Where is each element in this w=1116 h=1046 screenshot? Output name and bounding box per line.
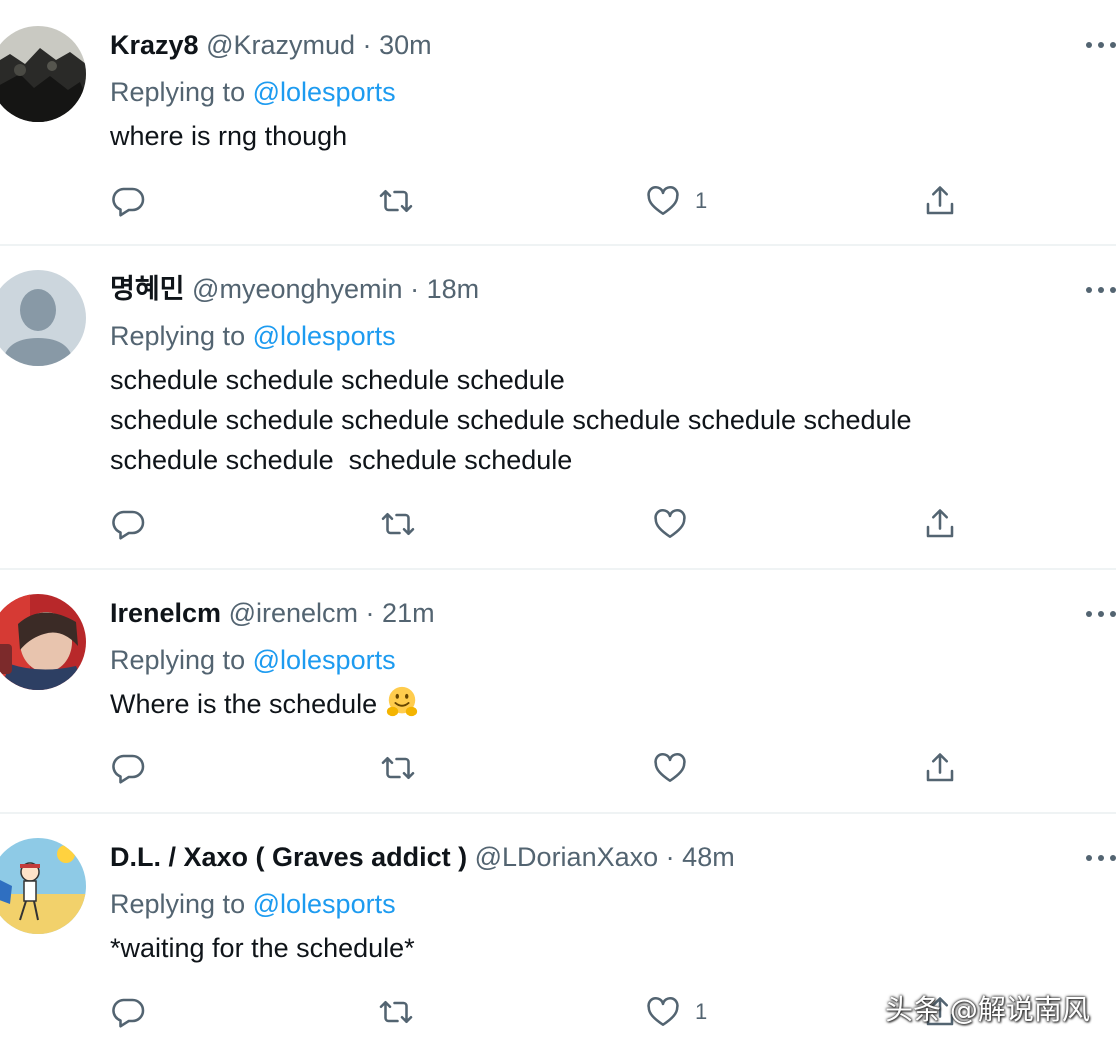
like-button[interactable] bbox=[652, 504, 688, 544]
replying-to-label: Replying to bbox=[110, 321, 246, 351]
replying-to: Replying to @lolesports bbox=[110, 888, 396, 920]
avatar[interactable] bbox=[0, 270, 86, 366]
replying-to-label: Replying to bbox=[110, 645, 246, 675]
like-icon bbox=[647, 185, 679, 216]
retweet-button[interactable] bbox=[380, 748, 416, 788]
display-name[interactable]: Krazy8 bbox=[110, 30, 199, 60]
user-handle[interactable]: @Krazymud bbox=[206, 30, 355, 60]
reply-icon bbox=[112, 187, 145, 217]
separator-dot: · bbox=[665, 842, 675, 872]
reply-button[interactable] bbox=[110, 504, 146, 544]
tweet-header: Krazy8 @Krazymud · 30m bbox=[110, 29, 432, 61]
retweet-icon bbox=[379, 1000, 413, 1024]
reply-icon bbox=[112, 754, 145, 784]
reply-button[interactable] bbox=[110, 181, 146, 221]
tweet[interactable]: 명혜민 @myeonghyemin · 18m Replying to @lol… bbox=[0, 246, 1116, 570]
default-person-avatar bbox=[0, 270, 86, 366]
user-handle[interactable]: @irenelcm bbox=[229, 598, 358, 628]
avatar[interactable] bbox=[0, 594, 86, 690]
tweet[interactable]: Irenelcm @irenelcm · 21m Replying to @lo… bbox=[0, 570, 1116, 814]
display-name[interactable]: 명혜민 bbox=[110, 274, 185, 305]
action-bar bbox=[0, 504, 1116, 544]
action-bar: 1 bbox=[0, 181, 1116, 221]
share-icon bbox=[926, 753, 954, 782]
replying-to-label: Replying to bbox=[110, 77, 246, 107]
retweet-button[interactable] bbox=[378, 181, 414, 221]
like-count: 1 bbox=[695, 999, 708, 1024]
photo-avatar-red bbox=[0, 594, 86, 690]
tweet-text: schedule schedule schedule schedule sche… bbox=[110, 365, 912, 475]
retweet-icon bbox=[381, 756, 415, 780]
timestamp[interactable]: 48m bbox=[682, 842, 735, 872]
replying-to: Replying to @lolesports bbox=[110, 76, 396, 108]
watermark: 头条 @解说南风 bbox=[885, 993, 1090, 1026]
replying-to: Replying to @lolesports bbox=[110, 320, 396, 352]
tweet-text: Where is the schedule bbox=[110, 684, 419, 724]
user-handle[interactable]: @myeonghyemin bbox=[192, 274, 403, 304]
reply-button[interactable] bbox=[110, 748, 146, 788]
more-icon[interactable] bbox=[1086, 40, 1116, 50]
tweet-text: where is rng though bbox=[110, 121, 348, 151]
separator-dot: · bbox=[362, 30, 372, 60]
like-button[interactable] bbox=[652, 748, 688, 788]
mention-link[interactable]: @lolesports bbox=[253, 645, 396, 675]
action-bar bbox=[0, 748, 1116, 788]
mention-link[interactable]: @lolesports bbox=[253, 889, 396, 919]
hugging-face-emoji bbox=[387, 686, 418, 717]
share-button[interactable] bbox=[922, 504, 958, 544]
mention-link[interactable]: @lolesports bbox=[253, 77, 396, 107]
timestamp[interactable]: 21m bbox=[382, 598, 435, 628]
reply-button[interactable] bbox=[110, 992, 146, 1032]
tweet-header: Irenelcm @irenelcm · 21m bbox=[110, 597, 435, 629]
timestamp[interactable]: 30m bbox=[379, 30, 432, 60]
timestamp[interactable]: 18m bbox=[427, 274, 480, 304]
avatar[interactable] bbox=[0, 838, 86, 934]
share-icon bbox=[926, 509, 954, 538]
like-count: 1 bbox=[695, 188, 708, 213]
mention-link[interactable]: @lolesports bbox=[253, 321, 396, 351]
user-handle[interactable]: @LDorianXaxo bbox=[475, 842, 659, 872]
reply-icon bbox=[112, 510, 145, 540]
tweet-text: *waiting for the schedule* bbox=[110, 933, 415, 963]
tweet-header: 명혜민 @myeonghyemin · 18m bbox=[110, 273, 479, 306]
tweet[interactable]: Krazy8 @Krazymud · 30m Replying to @lole… bbox=[0, 0, 1116, 246]
reply-icon bbox=[112, 998, 145, 1028]
share-button[interactable] bbox=[922, 748, 958, 788]
dark-photo-avatar bbox=[0, 26, 86, 122]
more-icon[interactable] bbox=[1086, 285, 1116, 295]
like-icon bbox=[647, 996, 679, 1027]
display-name[interactable]: Irenelcm bbox=[110, 598, 221, 628]
like-button[interactable]: 1 bbox=[645, 181, 707, 221]
avatar[interactable] bbox=[0, 26, 86, 122]
retweet-icon bbox=[381, 512, 415, 536]
separator-dot: · bbox=[410, 274, 420, 304]
separator-dot: · bbox=[365, 598, 375, 628]
tweet-text-content: Where is the schedule bbox=[110, 689, 378, 719]
share-icon bbox=[926, 186, 954, 215]
retweet-icon bbox=[379, 189, 413, 213]
share-button[interactable] bbox=[922, 181, 958, 221]
like-icon bbox=[654, 752, 686, 783]
like-icon bbox=[654, 508, 686, 539]
retweet-button[interactable] bbox=[378, 992, 414, 1032]
retweet-button[interactable] bbox=[380, 504, 416, 544]
more-icon[interactable] bbox=[1086, 853, 1116, 863]
cartoon-beach-avatar bbox=[0, 838, 86, 934]
like-button[interactable]: 1 bbox=[645, 992, 707, 1032]
more-icon[interactable] bbox=[1086, 609, 1116, 619]
tweet-header: D.L. / Xaxo ( Graves addict ) @LDorianXa… bbox=[110, 841, 735, 873]
replying-to: Replying to @lolesports bbox=[110, 644, 396, 676]
display-name[interactable]: D.L. / Xaxo ( Graves addict ) bbox=[110, 842, 467, 872]
replying-to-label: Replying to bbox=[110, 889, 246, 919]
